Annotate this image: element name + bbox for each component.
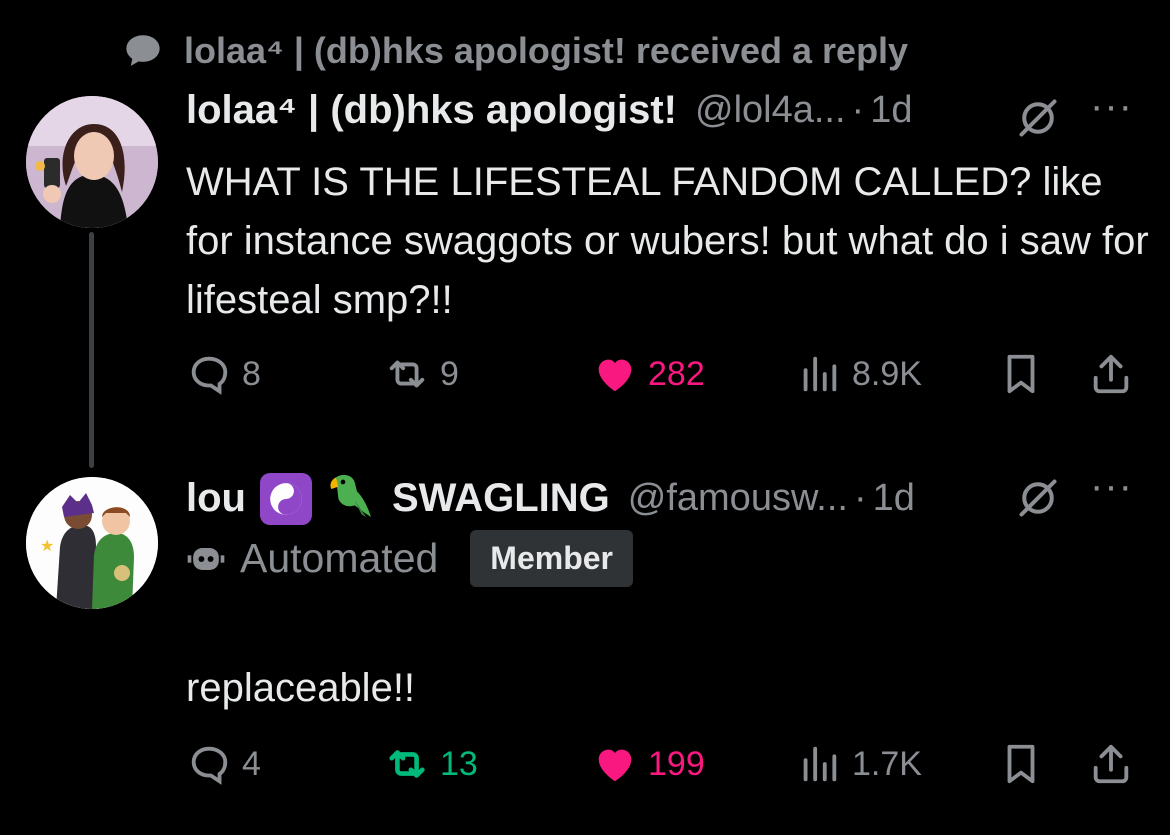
avatar-image [26, 96, 158, 228]
views-button[interactable]: 1.7K [796, 734, 922, 794]
repost-count: 13 [440, 744, 478, 783]
like-button[interactable]: 282 [592, 344, 705, 404]
thread-connector [89, 232, 94, 468]
member-badge[interactable]: Member [470, 530, 633, 587]
like-count: 282 [648, 354, 705, 393]
view-count: 1.7K [852, 744, 922, 783]
post-header: lou SWAGLING @famousw... · 1d [186, 468, 915, 529]
grok-icon[interactable] [1016, 96, 1060, 140]
more-options-icon[interactable]: ··· [1090, 464, 1133, 509]
heart-filled-icon [598, 749, 632, 782]
svg-text:★: ★ [40, 538, 54, 555]
avatar-image: ★ [26, 477, 158, 609]
bookmark-button[interactable] [998, 734, 1044, 794]
automated-label[interactable]: Automated Member [184, 530, 633, 587]
avatar[interactable] [26, 96, 158, 228]
repost-count: 9 [440, 354, 459, 393]
share-button[interactable] [1088, 734, 1134, 794]
parrot-emoji [322, 468, 378, 529]
repost-icon [389, 360, 425, 388]
robot-icon [187, 547, 225, 570]
bookmark-button[interactable] [998, 344, 1044, 404]
separator-dot: · [851, 89, 865, 131]
reply-button[interactable]: 8 [186, 344, 261, 404]
reply-count: 8 [242, 354, 261, 393]
automated-text: Automated [240, 535, 439, 581]
reply-context[interactable]: lolaa⁴ | (db)hks apologist! received a r… [122, 30, 908, 72]
separator-dot: · [853, 477, 867, 519]
author-handle[interactable]: @famousw... [628, 477, 848, 520]
share-icon [1093, 354, 1129, 394]
author-name[interactable]: lou [186, 476, 246, 521]
post-text: WHAT IS THE LIFESTEAL FANDOM CALLED? lik… [186, 160, 1149, 322]
bookmark-icon [1007, 744, 1035, 784]
views-chart-icon [803, 746, 837, 782]
repost-button[interactable]: 9 [384, 344, 459, 404]
grok-icon[interactable] [1016, 476, 1060, 520]
repost-icon [389, 750, 425, 778]
author-handle[interactable]: @lol4a... [695, 89, 846, 132]
post-header: lolaa⁴ | (db)hks apologist! @lol4a... · … [186, 88, 912, 133]
author-name[interactable]: lolaa⁴ | (db)hks apologist! [186, 88, 677, 133]
timeline: lolaa⁴ | (db)hks apologist! received a r… [0, 0, 1170, 835]
views-button[interactable]: 8.9K [796, 344, 922, 404]
post-actions: 8 9 282 8.9K [186, 344, 1136, 404]
speech-bubble-icon [126, 35, 160, 66]
view-count: 8.9K [852, 354, 922, 393]
like-button[interactable]: 199 [592, 734, 705, 794]
bookmark-icon [1007, 354, 1035, 394]
avatar[interactable]: ★ [26, 477, 158, 609]
yin-yang-icon [270, 482, 302, 515]
parrot-icon [330, 474, 371, 517]
reply-context-text: lolaa⁴ | (db)hks apologist! received a r… [184, 30, 909, 71]
like-count: 199 [648, 744, 705, 783]
reply-count: 4 [242, 744, 261, 783]
post-actions: 4 13 199 1.7K [186, 734, 1136, 794]
post-time[interactable]: 1d [870, 89, 912, 132]
share-icon [1093, 744, 1129, 784]
heart-filled-icon [598, 359, 632, 392]
more-options-icon[interactable]: ··· [1090, 84, 1133, 129]
yin-yang-emoji [259, 472, 312, 525]
post-time[interactable]: 1d [873, 477, 915, 520]
reply-icon [191, 746, 228, 785]
post-text: replaceable!! [186, 666, 416, 710]
repost-button[interactable]: 13 [384, 734, 478, 794]
reply-button[interactable]: 4 [186, 734, 261, 794]
author-name-suffix[interactable]: SWAGLING [392, 476, 610, 521]
reply-icon [191, 356, 228, 395]
share-button[interactable] [1088, 344, 1134, 404]
views-chart-icon [803, 356, 837, 392]
